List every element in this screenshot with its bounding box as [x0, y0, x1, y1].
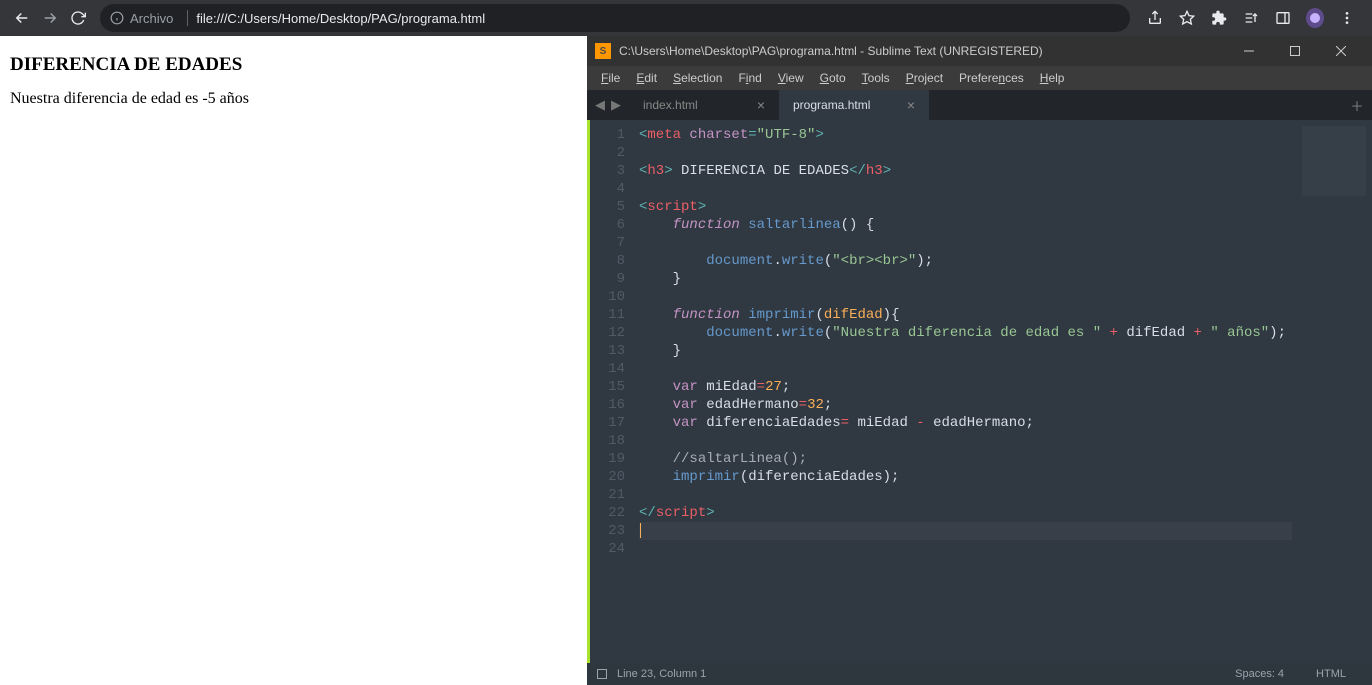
status-indent[interactable]: Spaces: 4: [1219, 668, 1300, 680]
status-bar: Line 23, Column 1 Spaces: 4 HTML: [587, 663, 1372, 685]
line-gutter: 123456789101112131415161718192021222324: [587, 120, 635, 663]
menu-goto[interactable]: Goto: [812, 71, 854, 85]
menu-file[interactable]: File: [593, 71, 628, 85]
browser-toolbar: Archivo file:///C:/Users/Home/Desktop/PA…: [0, 0, 1372, 36]
tab-close-icon[interactable]: ×: [757, 97, 765, 113]
bookmark-star-icon[interactable]: [1178, 9, 1196, 27]
tab-programa[interactable]: programa.html ×: [779, 90, 929, 120]
sublime-window: S C:\Users\Home\Desktop\PAG\programa.htm…: [587, 36, 1372, 685]
site-info-icon[interactable]: Archivo: [110, 11, 173, 26]
extensions-icon[interactable]: [1210, 9, 1228, 27]
tab-label: programa.html: [793, 98, 870, 112]
status-syntax[interactable]: HTML: [1300, 668, 1362, 680]
page-text: Nuestra diferencia de edad es -5 años: [10, 90, 577, 108]
editor-area[interactable]: 123456789101112131415161718192021222324 …: [587, 120, 1372, 663]
forward-button[interactable]: [36, 4, 64, 32]
status-panel-toggle-icon[interactable]: [597, 669, 607, 679]
sublime-logo-icon: S: [595, 43, 611, 59]
share-icon[interactable]: [1146, 9, 1164, 27]
menu-tools[interactable]: Tools: [854, 71, 898, 85]
addr-url: file:///C:/Users/Home/Desktop/PAG/progra…: [196, 11, 485, 26]
menu-selection[interactable]: Selection: [665, 71, 730, 85]
browser-viewport: DIFERENCIA DE EDADES Nuestra diferencia …: [0, 36, 587, 685]
media-control-icon[interactable]: [1242, 9, 1260, 27]
tab-close-icon[interactable]: ×: [907, 97, 915, 113]
addr-scheme-label: Archivo: [130, 11, 173, 26]
address-bar[interactable]: Archivo file:///C:/Users/Home/Desktop/PA…: [100, 4, 1130, 32]
tab-history-fwd-icon[interactable]: ▶: [609, 95, 623, 115]
tab-label: index.html: [643, 98, 698, 112]
window-close-button[interactable]: [1318, 36, 1364, 66]
sublime-tabbar: ◀ ▶ index.html × programa.html × ＋: [587, 90, 1372, 120]
tab-history-back-icon[interactable]: ◀: [593, 95, 607, 115]
reload-button[interactable]: [64, 4, 92, 32]
chrome-actions: [1138, 9, 1364, 27]
menu-project[interactable]: Project: [898, 71, 951, 85]
menu-help[interactable]: Help: [1032, 71, 1073, 85]
minimap[interactable]: [1292, 120, 1372, 663]
menu-preferences[interactable]: Preferences: [951, 71, 1032, 85]
menu-edit[interactable]: Edit: [628, 71, 665, 85]
profile-avatar[interactable]: [1306, 9, 1324, 27]
menu-find[interactable]: Find: [730, 71, 769, 85]
tab-add-button[interactable]: ＋: [1342, 90, 1372, 120]
sublime-title-text: C:\Users\Home\Desktop\PAG\programa.html …: [619, 44, 1043, 58]
sublime-menubar: File Edit Selection Find View Goto Tools…: [587, 66, 1372, 90]
chrome-menu-icon[interactable]: [1338, 9, 1356, 27]
code-content[interactable]: <meta charset="UTF-8"> <h3> DIFERENCIA D…: [635, 120, 1292, 663]
menu-view[interactable]: View: [770, 71, 812, 85]
tab-nav: ◀ ▶: [587, 90, 629, 120]
sublime-titlebar[interactable]: S C:\Users\Home\Desktop\PAG\programa.htm…: [587, 36, 1372, 66]
status-cursor-pos[interactable]: Line 23, Column 1: [617, 668, 706, 680]
page-title: DIFERENCIA DE EDADES: [10, 54, 577, 76]
window-minimize-button[interactable]: [1226, 36, 1272, 66]
tab-index[interactable]: index.html ×: [629, 90, 779, 120]
side-panel-icon[interactable]: [1274, 9, 1292, 27]
window-maximize-button[interactable]: [1272, 36, 1318, 66]
back-button[interactable]: [8, 4, 36, 32]
separator: [187, 10, 188, 26]
